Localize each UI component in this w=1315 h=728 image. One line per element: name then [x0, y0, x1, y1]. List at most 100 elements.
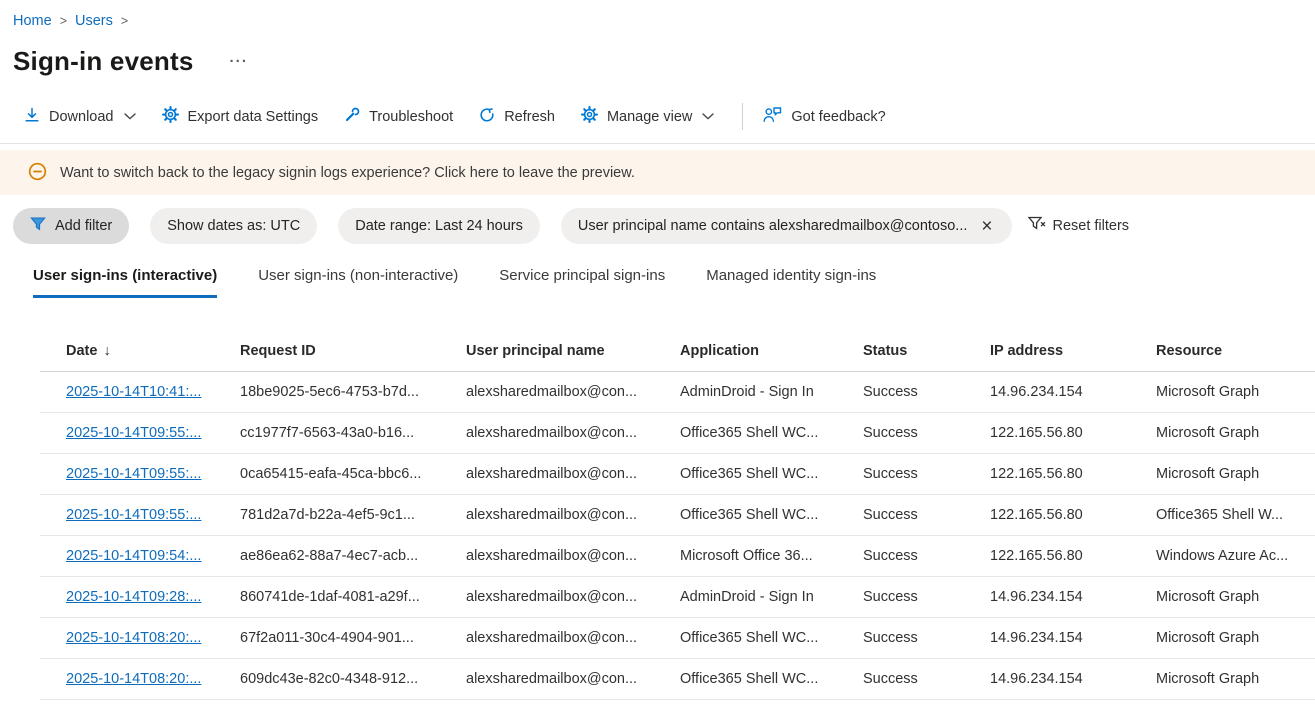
reset-filters-button[interactable]: Reset filters	[1028, 216, 1130, 236]
download-label: Download	[49, 109, 114, 125]
refresh-button[interactable]: Refresh	[479, 107, 555, 127]
cell-date: 2025-10-14T09:55:...	[40, 507, 240, 523]
cell-ip-address: 14.96.234.154	[990, 630, 1156, 646]
blocked-icon	[28, 162, 47, 184]
cell-ip-address: 14.96.234.154	[990, 589, 1156, 605]
date-link[interactable]: 2025-10-14T09:55:...	[66, 425, 201, 441]
date-link[interactable]: 2025-10-14T09:28:...	[66, 589, 201, 605]
cell-user-principal-name: alexsharedmailbox@con...	[466, 589, 680, 605]
sign-in-events-table: Date↓ Request ID User principal name App…	[40, 331, 1315, 700]
banner-text[interactable]: Want to switch back to the legacy signin…	[60, 165, 635, 181]
cell-resource: Office365 Shell W...	[1156, 507, 1315, 523]
show-dates-label: Show dates as: UTC	[167, 218, 300, 234]
manage-view-label: Manage view	[607, 109, 692, 125]
cell-application: Office365 Shell WC...	[680, 671, 863, 687]
cell-user-principal-name: alexsharedmailbox@con...	[466, 384, 680, 400]
table-header-row: Date↓ Request ID User principal name App…	[40, 331, 1315, 372]
gear-icon	[581, 106, 598, 127]
reset-filter-icon	[1028, 216, 1046, 236]
column-header-request-id[interactable]: Request ID	[240, 343, 466, 359]
add-filter-button[interactable]: Add filter	[13, 208, 129, 244]
more-options-button[interactable]: ...	[230, 49, 249, 74]
tab-user-sign-ins-non-interactive[interactable]: User sign-ins (non-interactive)	[258, 267, 458, 298]
got-feedback-label: Got feedback?	[791, 109, 885, 125]
breadcrumb: Home > Users >	[0, 0, 1315, 29]
wrench-icon	[344, 107, 360, 127]
column-header-status[interactable]: Status	[863, 343, 990, 359]
gear-icon	[162, 106, 179, 127]
cell-user-principal-name: alexsharedmailbox@con...	[466, 466, 680, 482]
show-dates-filter-pill[interactable]: Show dates as: UTC	[150, 208, 317, 244]
date-link[interactable]: 2025-10-14T10:41:...	[66, 384, 201, 400]
table-row: 2025-10-14T09:28:... 860741de-1daf-4081-…	[40, 577, 1315, 618]
cell-ip-address: 14.96.234.154	[990, 671, 1156, 687]
column-header-resource[interactable]: Resource	[1156, 343, 1315, 359]
cell-user-principal-name: alexsharedmailbox@con...	[466, 425, 680, 441]
chevron-down-icon	[124, 113, 136, 120]
cell-request-id: 67f2a011-30c4-4904-901...	[240, 630, 466, 646]
got-feedback-button[interactable]: Got feedback?	[763, 106, 885, 127]
cell-status: Success	[863, 589, 990, 605]
cell-status: Success	[863, 425, 990, 441]
date-link[interactable]: 2025-10-14T09:55:...	[66, 466, 201, 482]
tab-service-principal-sign-ins[interactable]: Service principal sign-ins	[499, 267, 665, 298]
cell-ip-address: 14.96.234.154	[990, 384, 1156, 400]
table-row: 2025-10-14T09:54:... ae86ea62-88a7-4ec7-…	[40, 536, 1315, 577]
table-row: 2025-10-14T09:55:... 781d2a7d-b22a-4ef5-…	[40, 495, 1315, 536]
manage-view-button[interactable]: Manage view	[581, 106, 714, 127]
cell-ip-address: 122.165.56.80	[990, 425, 1156, 441]
cell-status: Success	[863, 384, 990, 400]
person-feedback-icon	[763, 106, 782, 127]
download-button[interactable]: Download	[24, 107, 136, 127]
cell-date: 2025-10-14T09:55:...	[40, 466, 240, 482]
cell-request-id: 18be9025-5ec6-4753-b7d...	[240, 384, 466, 400]
tab-managed-identity-sign-ins[interactable]: Managed identity sign-ins	[706, 267, 876, 298]
cell-status: Success	[863, 548, 990, 564]
export-data-settings-label: Export data Settings	[188, 109, 319, 125]
upn-filter-pill[interactable]: User principal name contains alexsharedm…	[561, 208, 1012, 244]
download-icon	[24, 107, 40, 127]
filter-funnel-icon	[30, 217, 46, 236]
breadcrumb-home-link[interactable]: Home	[13, 13, 52, 29]
refresh-icon	[479, 107, 495, 127]
cell-request-id: 609dc43e-82c0-4348-912...	[240, 671, 466, 687]
table-body: 2025-10-14T10:41:... 18be9025-5ec6-4753-…	[40, 372, 1315, 700]
legacy-preview-banner[interactable]: Want to switch back to the legacy signin…	[0, 150, 1315, 195]
cell-user-principal-name: alexsharedmailbox@con...	[466, 671, 680, 687]
troubleshoot-button[interactable]: Troubleshoot	[344, 107, 453, 127]
date-range-label: Date range: Last 24 hours	[355, 218, 523, 234]
cell-ip-address: 122.165.56.80	[990, 548, 1156, 564]
cell-application: Microsoft Office 36...	[680, 548, 863, 564]
column-header-ip-address[interactable]: IP address	[990, 343, 1156, 359]
cell-status: Success	[863, 466, 990, 482]
cell-date: 2025-10-14T10:41:...	[40, 384, 240, 400]
cell-status: Success	[863, 671, 990, 687]
column-header-date[interactable]: Date↓	[40, 343, 240, 359]
sort-descending-icon[interactable]: ↓	[103, 343, 110, 359]
table-row: 2025-10-14T08:20:... 67f2a011-30c4-4904-…	[40, 618, 1315, 659]
date-link[interactable]: 2025-10-14T08:20:...	[66, 671, 201, 687]
cell-application: Office365 Shell WC...	[680, 425, 863, 441]
toolbar-divider	[742, 103, 743, 130]
column-header-user-principal-name[interactable]: User principal name	[466, 343, 680, 359]
breadcrumb-users-link[interactable]: Users	[75, 13, 113, 29]
tab-user-sign-ins-interactive[interactable]: User sign-ins (interactive)	[33, 267, 217, 298]
date-link[interactable]: 2025-10-14T09:54:...	[66, 548, 201, 564]
cell-date: 2025-10-14T08:20:...	[40, 630, 240, 646]
cell-user-principal-name: alexsharedmailbox@con...	[466, 507, 680, 523]
cell-user-principal-name: alexsharedmailbox@con...	[466, 630, 680, 646]
cell-user-principal-name: alexsharedmailbox@con...	[466, 548, 680, 564]
date-link[interactable]: 2025-10-14T09:55:...	[66, 507, 201, 523]
title-row: Sign-in events ...	[13, 46, 1315, 77]
cell-application: AdminDroid - Sign In	[680, 384, 863, 400]
close-icon[interactable]: ×	[979, 217, 994, 236]
cell-request-id: 781d2a7d-b22a-4ef5-9c1...	[240, 507, 466, 523]
cell-request-id: 860741de-1daf-4081-a29f...	[240, 589, 466, 605]
cell-ip-address: 122.165.56.80	[990, 466, 1156, 482]
cell-date: 2025-10-14T09:28:...	[40, 589, 240, 605]
toolbar: Download Export data Settings Troublesho…	[0, 103, 1315, 144]
date-range-filter-pill[interactable]: Date range: Last 24 hours	[338, 208, 540, 244]
date-link[interactable]: 2025-10-14T08:20:...	[66, 630, 201, 646]
export-data-settings-button[interactable]: Export data Settings	[162, 106, 319, 127]
column-header-application[interactable]: Application	[680, 343, 863, 359]
